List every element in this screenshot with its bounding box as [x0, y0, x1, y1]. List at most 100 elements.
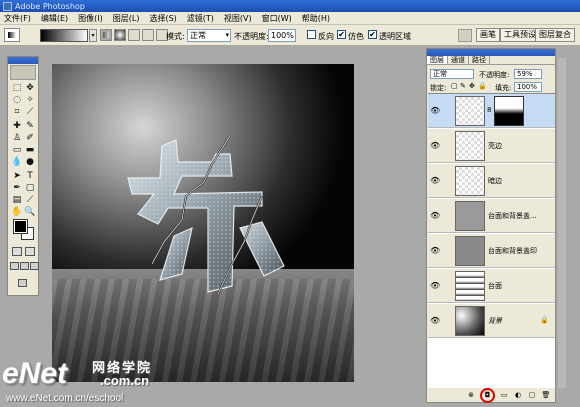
shape-tool-icon[interactable]: ▢	[24, 183, 36, 194]
document-canvas[interactable]	[52, 64, 354, 382]
visibility-eye-icon[interactable]: 👁	[430, 141, 440, 151]
opacity-input[interactable]: 100%	[268, 29, 296, 42]
gradient-tool-preset-icon[interactable]	[4, 28, 20, 42]
layer-mask-thumbnail[interactable]	[494, 96, 524, 126]
pen-tool-icon[interactable]: ✒	[11, 183, 23, 194]
eraser-tool-icon[interactable]: ▭	[11, 145, 23, 156]
menu-edit[interactable]: 编辑(E)	[41, 13, 68, 24]
gradient-preview[interactable]	[40, 29, 88, 42]
gradient-tool-icon[interactable]: ▬	[24, 145, 36, 156]
foreground-color-swatch[interactable]	[13, 219, 28, 234]
menu-filter[interactable]: 滤镜(T)	[187, 13, 214, 24]
quick-mask-mode-button[interactable]	[25, 247, 35, 256]
window-title: Adobe Photoshop	[15, 1, 85, 11]
menu-file[interactable]: 文件(F)	[4, 13, 31, 24]
tool-presets-tab[interactable]: 工具预设	[500, 28, 540, 42]
jump-to-imageready-button[interactable]	[18, 279, 27, 287]
layer-row[interactable]: 👁 台面和背景盖...	[428, 199, 555, 233]
blend-mode-select[interactable]: 正常	[430, 69, 474, 79]
delete-layer-icon[interactable]: 🗑	[541, 391, 551, 400]
visibility-eye-icon[interactable]: 👁	[430, 316, 440, 326]
move-tool-icon[interactable]: ✥	[24, 83, 36, 94]
mode-select[interactable]: 正常	[187, 29, 231, 42]
watermark-url: www.eNet.com.cn/eschool	[6, 393, 124, 404]
layer-row[interactable]: 👁 亮边	[428, 129, 555, 163]
lock-image-icon[interactable]: ✎	[460, 82, 466, 90]
tab-channels[interactable]: 通道	[448, 56, 469, 64]
layer-comps-tab[interactable]: 图层复合	[535, 28, 575, 42]
tab-paths[interactable]: 路径	[469, 56, 490, 64]
layer-row[interactable]: 👁 8	[428, 94, 555, 128]
marquee-tool-icon[interactable]: ⬚	[11, 83, 23, 94]
visibility-eye-icon[interactable]: 👁	[430, 176, 440, 186]
angle-gradient-button[interactable]	[128, 29, 140, 41]
slice-tool-icon[interactable]: ⟋	[24, 107, 36, 118]
photoshop-app-icon	[3, 1, 12, 11]
fill-input[interactable]: 100%	[514, 82, 542, 92]
hand-tool-icon[interactable]: ✋	[11, 207, 23, 218]
clone-stamp-tool-icon[interactable]: ♙	[11, 133, 23, 144]
gradient-picker-arrow-icon[interactable]: ▾	[89, 29, 97, 42]
crop-tool-icon[interactable]: ⌗	[11, 107, 23, 118]
path-selection-tool-icon[interactable]: ➤	[11, 171, 23, 182]
mask-link-icon[interactable]: 8	[487, 106, 491, 114]
visibility-eye-icon[interactable]: 👁	[430, 246, 440, 256]
layer-row[interactable]: 👁 背景 🔒	[428, 304, 555, 338]
menu-select[interactable]: 选择(S)	[149, 13, 176, 24]
blur-tool-icon[interactable]: 💧	[11, 157, 23, 168]
reverse-label: 反向	[318, 32, 334, 41]
eyedropper-tool-icon[interactable]: ⟋	[24, 195, 36, 206]
standard-mode-button[interactable]	[12, 247, 22, 256]
visibility-eye-icon[interactable]: 👁	[430, 106, 440, 116]
layer-thumbnail	[455, 236, 485, 266]
layer-lock-icon: 🔒	[540, 316, 549, 324]
full-screen-menu-mode-button[interactable]	[20, 262, 29, 270]
new-group-icon[interactable]: ▭	[499, 391, 509, 400]
brushes-tab[interactable]: 画笔	[476, 28, 500, 42]
file-browser-icon[interactable]	[458, 29, 472, 42]
layers-panel: 图层 通道 路径 正常 不透明度: 59% 锁定: ▢ ✎ ✥ 🔒 填充: 10…	[426, 48, 556, 403]
add-layer-mask-icon[interactable]: ◘	[480, 387, 495, 403]
reflected-gradient-button[interactable]	[142, 29, 154, 41]
healing-brush-tool-icon[interactable]: ✚	[11, 121, 23, 132]
layer-name: 背景	[488, 317, 502, 325]
menu-image[interactable]: 图像(I)	[78, 13, 103, 24]
lock-all-icon[interactable]: 🔒	[478, 82, 487, 90]
tab-layers[interactable]: 图层	[427, 56, 448, 64]
layer-row[interactable]: 👁 暗边	[428, 164, 555, 198]
menu-window[interactable]: 窗口(W)	[262, 13, 292, 24]
zoom-tool-icon[interactable]: 🔍	[24, 207, 36, 218]
menu-view[interactable]: 视图(V)	[224, 13, 252, 24]
type-tool-icon[interactable]: T	[24, 171, 36, 182]
visibility-eye-icon[interactable]: 👁	[430, 211, 440, 221]
panel-scrollbar[interactable]	[558, 58, 566, 388]
dodge-tool-icon[interactable]: ●	[24, 157, 36, 168]
lock-position-icon[interactable]: ✥	[469, 82, 475, 90]
layer-row[interactable]: 👁 台面	[428, 269, 555, 303]
linear-gradient-button[interactable]	[100, 29, 112, 41]
layer-opacity-input[interactable]: 59%	[514, 69, 542, 79]
lock-transparency-icon[interactable]: ▢	[451, 82, 458, 90]
lasso-tool-icon[interactable]: ◌	[11, 95, 23, 106]
dither-checkbox[interactable]: ✔	[337, 30, 346, 39]
magic-wand-tool-icon[interactable]: ✧	[24, 95, 36, 106]
transparency-checkbox[interactable]: ✔	[368, 30, 377, 39]
standard-screen-mode-button[interactable]	[10, 262, 19, 270]
menu-help[interactable]: 帮助(H)	[302, 13, 330, 24]
adobe-online-icon[interactable]	[10, 65, 36, 80]
layer-thumbnail	[455, 166, 485, 196]
new-layer-icon[interactable]: ▢	[527, 391, 537, 400]
brush-tool-icon[interactable]: ✎	[24, 121, 36, 132]
reverse-checkbox[interactable]	[307, 30, 316, 39]
radial-gradient-button[interactable]	[114, 29, 126, 41]
menu-layer[interactable]: 图层(L)	[113, 13, 140, 24]
layer-row[interactable]: 👁 台面和背景盖印	[428, 234, 555, 268]
layer-thumbnail	[455, 96, 485, 126]
visibility-eye-icon[interactable]: 👁	[430, 281, 440, 291]
adjustment-layer-icon[interactable]: ◐	[513, 391, 523, 400]
full-screen-mode-button[interactable]	[30, 262, 39, 270]
fill-label: 填充:	[495, 84, 512, 92]
link-layers-icon[interactable]: ⊗	[466, 391, 476, 400]
notes-tool-icon[interactable]: ▤	[11, 195, 23, 206]
history-brush-tool-icon[interactable]: ✐	[24, 133, 36, 144]
